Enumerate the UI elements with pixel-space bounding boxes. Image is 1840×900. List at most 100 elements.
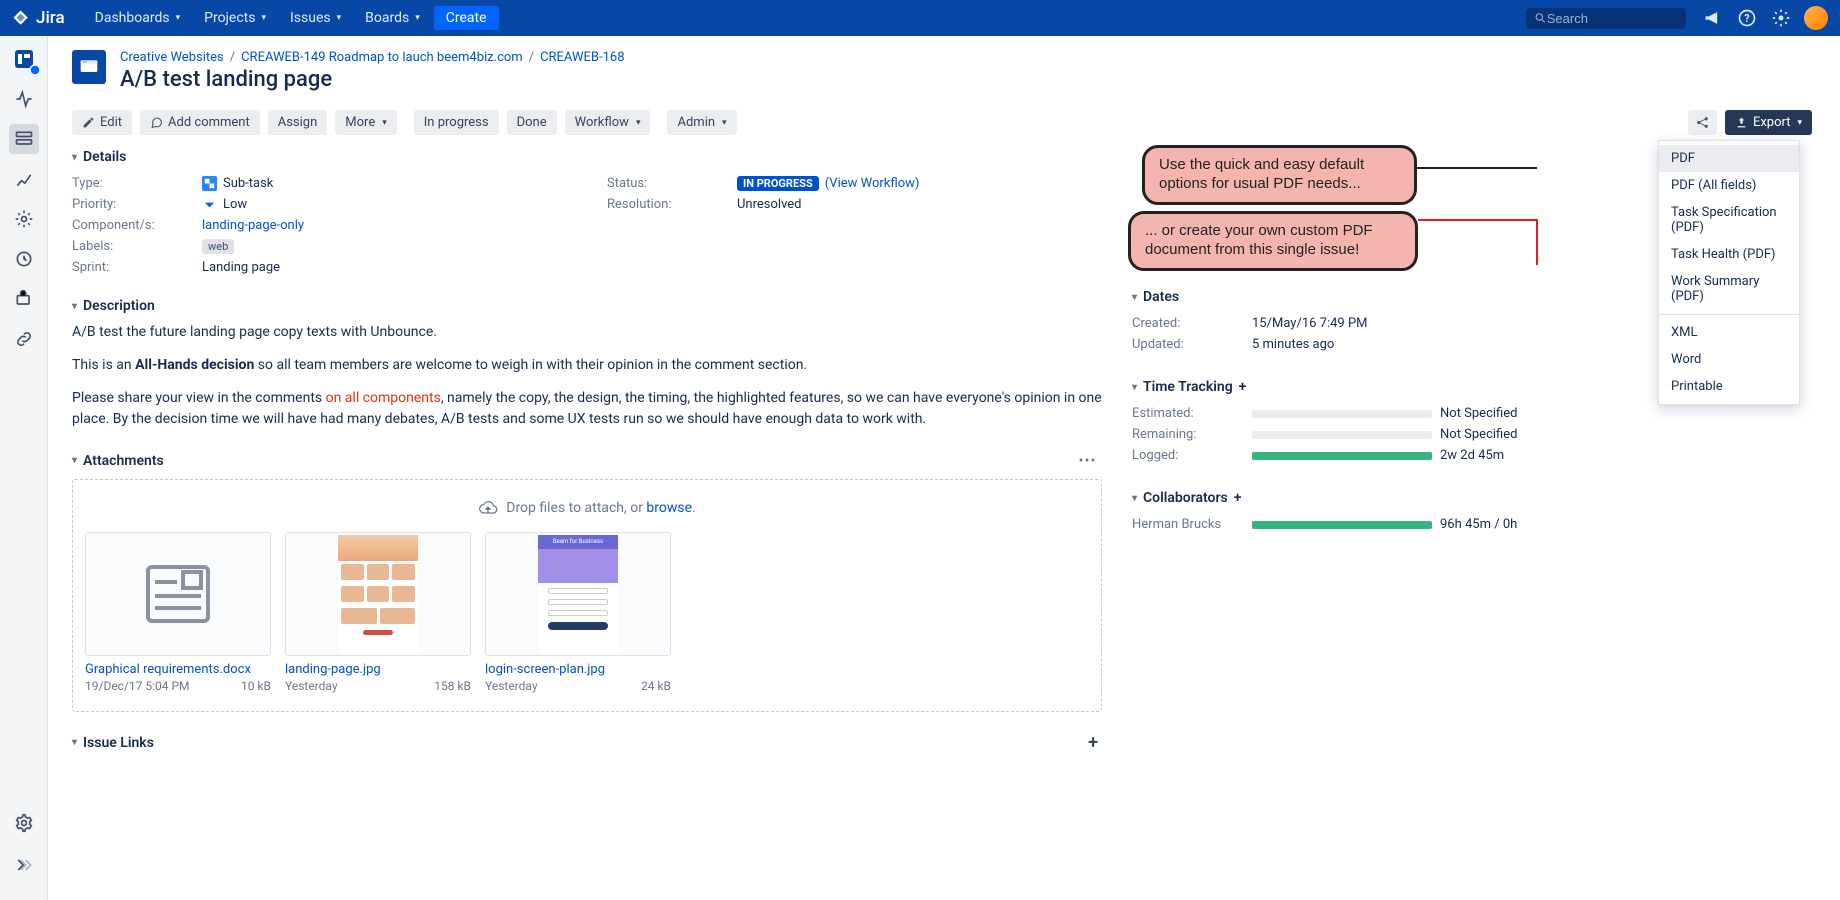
- details-header[interactable]: ▾Details: [72, 149, 1102, 165]
- nav-projects[interactable]: Projects▾: [194, 6, 276, 30]
- export-button[interactable]: Export▾ PDF PDF (All fields) Task Specif…: [1725, 110, 1812, 135]
- comment-icon: [150, 116, 163, 129]
- rail-settings-icon[interactable]: [9, 204, 39, 234]
- admin-button[interactable]: Admin▾: [667, 110, 736, 135]
- attachment-date: Yesterday: [485, 679, 538, 693]
- type-label: Type:: [72, 176, 202, 191]
- breadcrumb-project[interactable]: Creative Websites: [120, 50, 224, 65]
- chevron-down-icon: ▾: [72, 301, 77, 312]
- svg-text:?: ?: [1744, 12, 1749, 25]
- updated-value: 5 minutes ago: [1252, 337, 1622, 352]
- rail-expand-icon[interactable]: [9, 850, 39, 880]
- export-xml[interactable]: XML: [1659, 319, 1799, 346]
- logo-text: Jira: [36, 8, 65, 28]
- rail-reports-icon[interactable]: [9, 164, 39, 194]
- labels-label: Labels:: [72, 239, 202, 254]
- edit-button[interactable]: Edit: [72, 110, 132, 135]
- search-input[interactable]: [1547, 11, 1678, 26]
- user-avatar[interactable]: [1804, 6, 1828, 30]
- export-work-summary[interactable]: Work Summary (PDF): [1659, 268, 1799, 310]
- export-word[interactable]: Word: [1659, 346, 1799, 373]
- components-value[interactable]: landing-page-only: [202, 218, 304, 233]
- top-nav: Jira Dashboards▾ Projects▾ Issues▾ Board…: [0, 0, 1840, 36]
- attachments-menu-icon[interactable]: ⋯: [1072, 450, 1102, 471]
- rail-link-icon[interactable]: [9, 324, 39, 354]
- export-pdf[interactable]: PDF: [1659, 145, 1799, 172]
- nav-boards[interactable]: Boards▾: [355, 6, 430, 30]
- attachment-card[interactable]: landing-page.jpg Yesterday158 kB: [285, 532, 471, 693]
- export-pdf-all[interactable]: PDF (All fields): [1659, 172, 1799, 199]
- export-printable[interactable]: Printable: [1659, 373, 1799, 400]
- export-task-spec[interactable]: Task Specification (PDF): [1659, 199, 1799, 241]
- remaining-value: Not Specified: [1440, 427, 1517, 442]
- issue-title: A/B test landing page: [120, 67, 625, 92]
- create-button[interactable]: Create: [434, 6, 499, 30]
- settings-icon[interactable]: [1770, 7, 1792, 29]
- logged-label: Logged:: [1132, 448, 1252, 463]
- browse-link[interactable]: browse: [646, 500, 692, 516]
- workflow-button[interactable]: Workflow▾: [565, 110, 651, 135]
- subtask-icon: [202, 176, 217, 191]
- in-progress-button[interactable]: In progress: [414, 110, 499, 135]
- estimated-label: Estimated:: [1132, 406, 1252, 421]
- nav-dashboards[interactable]: Dashboards▾: [85, 6, 190, 30]
- add-comment-button[interactable]: Add comment: [140, 110, 260, 135]
- dates-header[interactable]: ▾Dates: [1132, 289, 1622, 305]
- chevron-down-icon: ▾: [1132, 292, 1137, 303]
- rail-board-icon[interactable]: [9, 44, 39, 74]
- attachments-header[interactable]: ▾Attachments⋯: [72, 450, 1102, 471]
- breadcrumb-key[interactable]: CREAWEB-168: [540, 50, 624, 65]
- issue-links-header[interactable]: ▾Issue Links+: [72, 732, 1102, 753]
- rail-releases-icon[interactable]: [9, 284, 39, 314]
- created-label: Created:: [1132, 316, 1252, 331]
- rail-backlog-icon[interactable]: [9, 124, 39, 154]
- topnav-items: Dashboards▾ Projects▾ Issues▾ Boards▾ Cr…: [85, 6, 499, 30]
- annotation-callout: Use the quick and easy default options f…: [1142, 145, 1417, 205]
- add-link-button[interactable]: +: [1084, 732, 1102, 753]
- rail-gear-icon[interactable]: [9, 808, 39, 838]
- help-icon[interactable]: ?: [1736, 7, 1758, 29]
- breadcrumb: Creative Websites / CREAWEB-149 Roadmap …: [120, 50, 625, 65]
- image-thumbnail: [338, 535, 418, 653]
- type-value: Sub-task: [223, 176, 273, 191]
- priority-low-icon: [202, 197, 217, 212]
- annotation-line: [1418, 219, 1536, 221]
- attachment-date: Yesterday: [285, 679, 338, 693]
- collaborator-name: Herman Brucks: [1132, 517, 1252, 532]
- more-button[interactable]: More▾: [335, 110, 396, 135]
- priority-label: Priority:: [72, 197, 202, 212]
- collaborators-header[interactable]: ▾Collaborators+: [1132, 490, 1622, 506]
- chevron-down-icon: ▾: [72, 737, 77, 748]
- feedback-icon[interactable]: [1702, 7, 1724, 29]
- progress-bar: [1252, 410, 1432, 418]
- labels-value[interactable]: web: [202, 239, 234, 254]
- attachment-name: login-screen-plan.jpg: [485, 662, 671, 677]
- chevron-down-icon: ▾: [1132, 493, 1137, 504]
- breadcrumb-parent[interactable]: CREAWEB-149 Roadmap to lauch beem4biz.co…: [241, 50, 523, 65]
- view-workflow-link[interactable]: (View Workflow): [825, 176, 920, 191]
- attachment-card[interactable]: Graphical requirements.docx 19/Dec/17 5:…: [85, 532, 271, 693]
- share-button[interactable]: [1688, 110, 1717, 135]
- rail-activity-icon[interactable]: [9, 84, 39, 114]
- export-task-health[interactable]: Task Health (PDF): [1659, 241, 1799, 268]
- nav-issues[interactable]: Issues▾: [280, 6, 351, 30]
- sprint-label: Sprint:: [72, 260, 202, 275]
- rail-recent-icon[interactable]: [9, 244, 39, 274]
- add-time-button[interactable]: +: [1239, 379, 1247, 395]
- done-button[interactable]: Done: [507, 110, 557, 135]
- components-label: Component/s:: [72, 218, 202, 233]
- resolution-value: Unresolved: [737, 197, 1102, 212]
- progress-bar: [1252, 452, 1432, 460]
- attachment-card[interactable]: Beem for Business login-screen-plan.jpg …: [485, 532, 671, 693]
- attachment-dropzone[interactable]: Drop files to attach, or browse. Graphic…: [72, 479, 1102, 712]
- description-header[interactable]: ▾Description: [72, 298, 1102, 314]
- assign-button[interactable]: Assign: [268, 110, 328, 135]
- jira-logo[interactable]: Jira: [12, 8, 65, 28]
- time-tracking-header[interactable]: ▾Time Tracking+: [1132, 379, 1622, 395]
- chevron-down-icon: ▾: [72, 152, 77, 163]
- annotation-callout: ... or create your own custom PDF docume…: [1128, 211, 1418, 271]
- global-search[interactable]: [1526, 8, 1686, 29]
- created-value: 15/May/16 7:49 PM: [1252, 316, 1622, 331]
- add-collaborator-button[interactable]: +: [1234, 490, 1242, 506]
- progress-bar: [1252, 431, 1432, 439]
